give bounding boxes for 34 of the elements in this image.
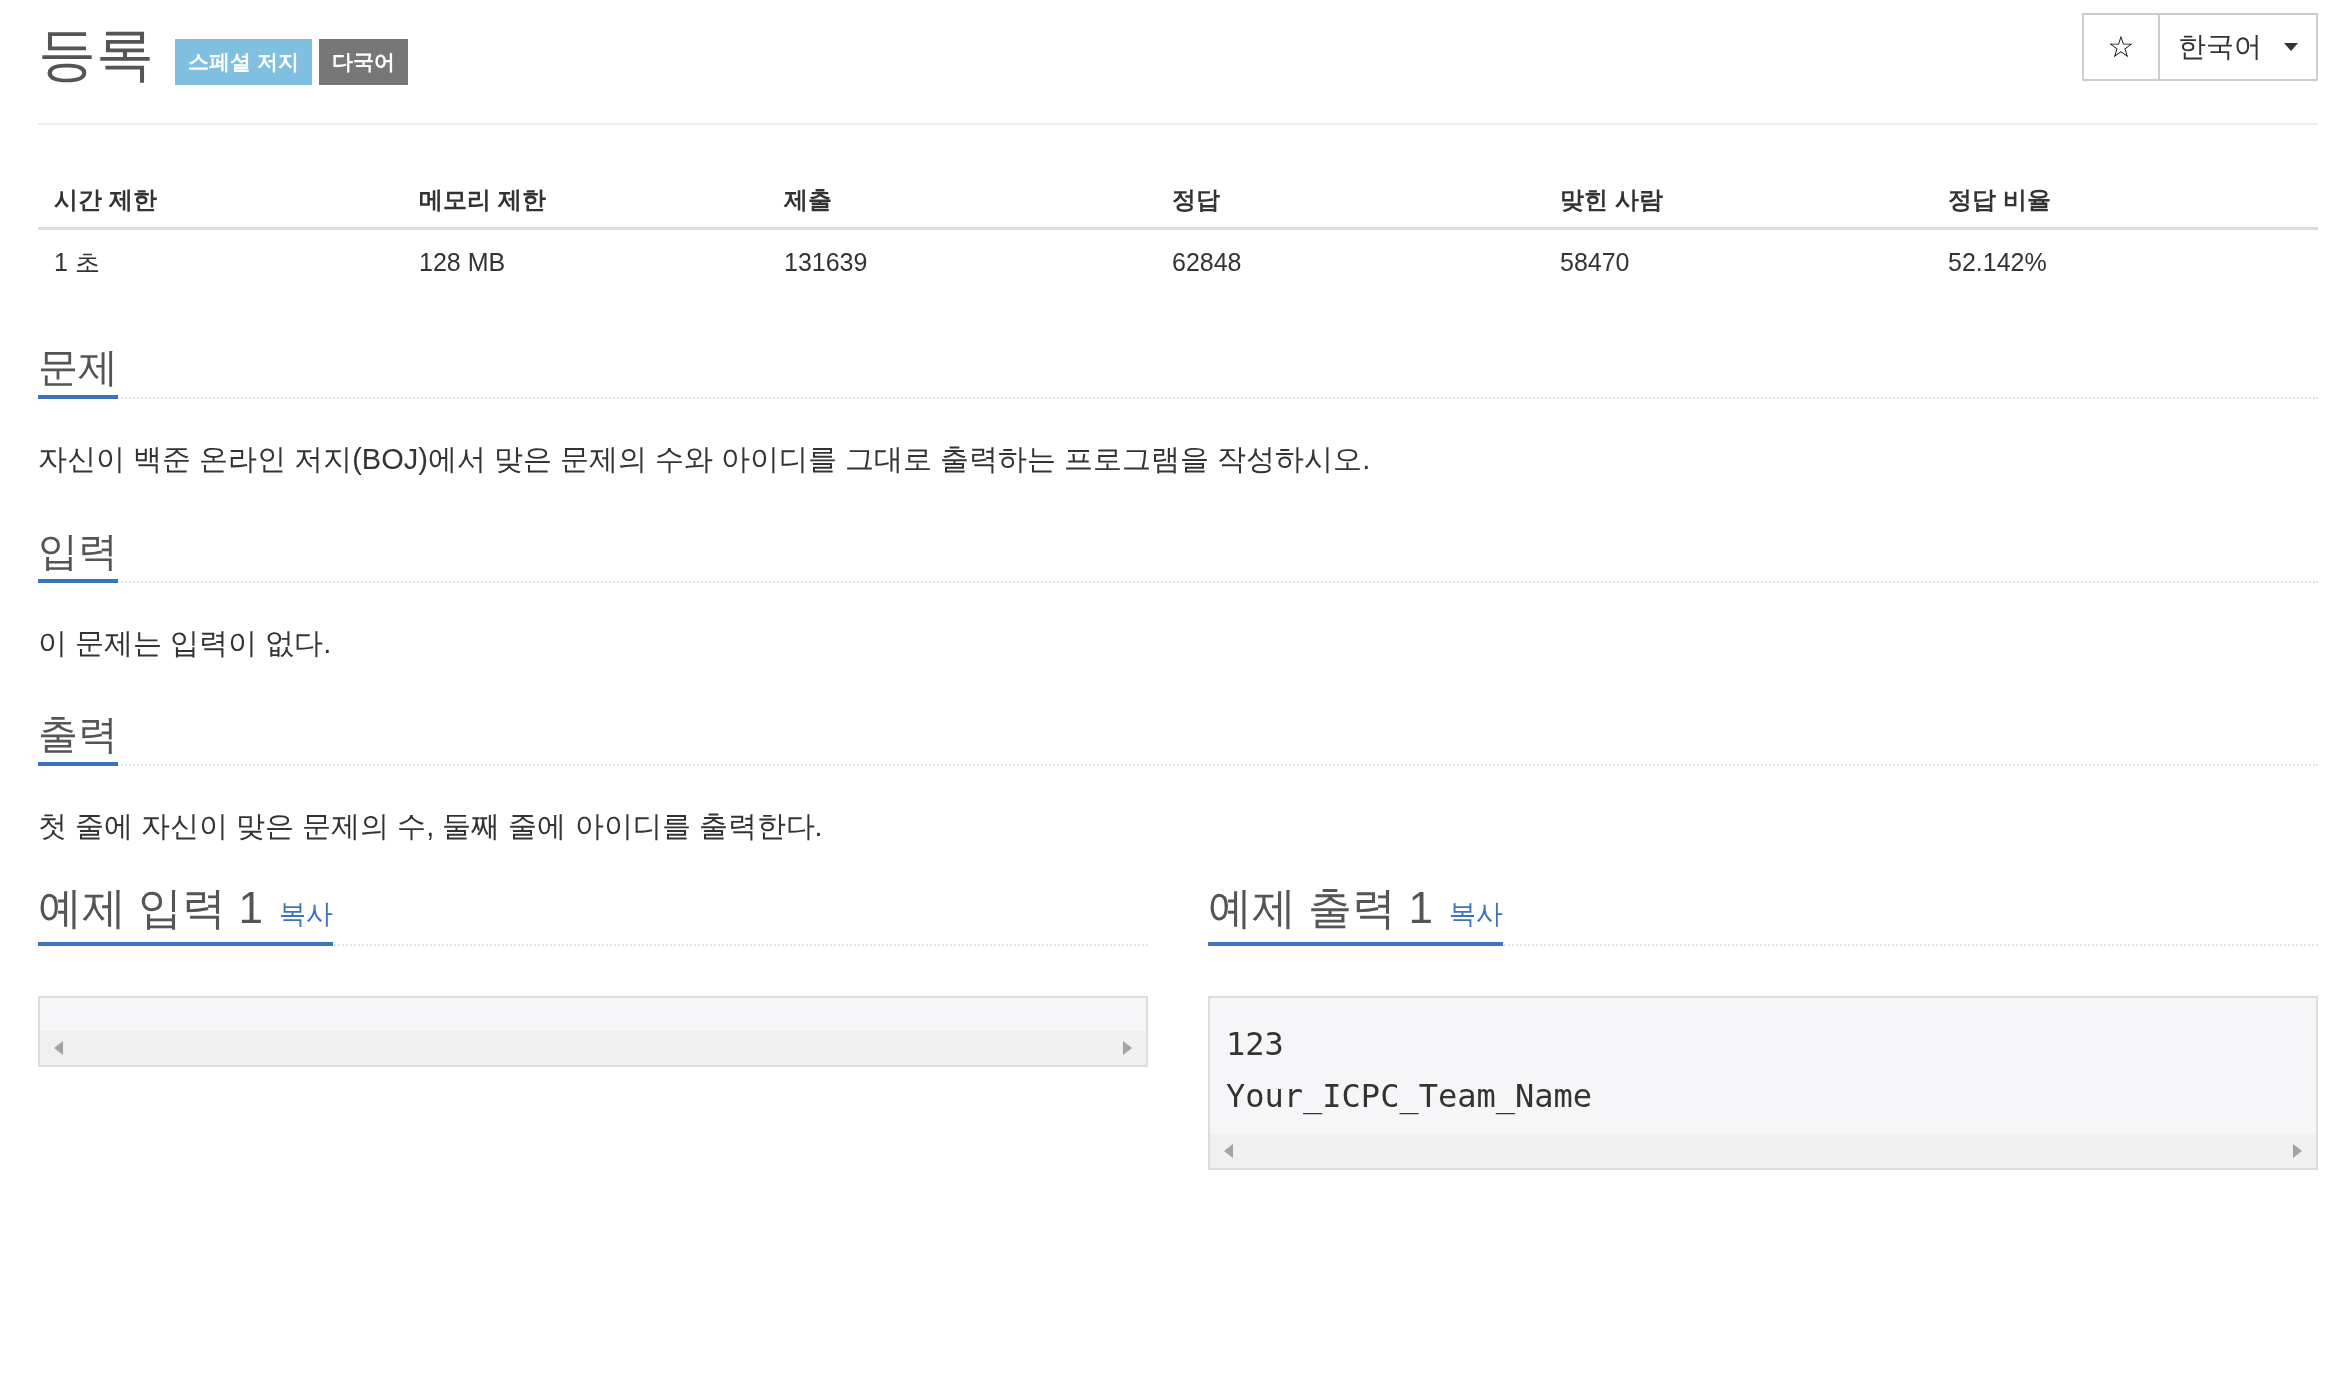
table-cell-text: 131639	[783, 247, 869, 278]
table-cell-text: 62848	[1171, 247, 1243, 278]
column-header: 정답 비율	[1932, 172, 2318, 230]
section-heading: 입력	[38, 530, 118, 583]
column-header: 정답	[1156, 172, 1544, 230]
section-heading: 출력	[38, 714, 118, 767]
column-header: 제출	[768, 172, 1156, 230]
code-line: 123	[1226, 1025, 1284, 1064]
horizontal-scrollbar[interactable]	[1210, 1134, 2316, 1169]
table-cell-text: 58470	[1559, 247, 1631, 278]
column-header: 맞힌 사람	[1544, 172, 1932, 230]
copy-link[interactable]: 복사	[1448, 896, 1503, 933]
table-cell-text: 52.142%	[1947, 247, 2048, 278]
sample-heading: 예제 출력 1	[1208, 886, 1433, 931]
table-cell-text: 128 MB	[418, 247, 507, 278]
copy-link[interactable]: 복사	[278, 896, 333, 933]
tag-label: 스페셜 저지	[175, 38, 312, 85]
section-heading: 문제	[38, 347, 118, 399]
code-line: Your_ICPC_Team_Name	[1226, 1077, 1593, 1116]
section-text: 첫 줄에 자신이 맞은 문제의 수, 둘째 줄에 아이디를 출력한다.	[38, 809, 824, 845]
scroll-right-icon[interactable]	[2293, 1144, 2302, 1159]
sample-heading: 예제 입력 1	[38, 886, 263, 931]
section-text: 이 문제는 입력이 없다.	[38, 625, 333, 661]
page-title: 등록	[38, 19, 154, 88]
scroll-right-icon[interactable]	[1123, 1041, 1132, 1056]
column-header: 메모리 제한	[403, 172, 768, 230]
caret-icon	[2284, 42, 2298, 51]
table-cell-text: 1 초	[53, 247, 101, 278]
column-header: 시간 제한	[38, 172, 403, 230]
tag-label: 다국어	[318, 38, 408, 85]
scroll-left-icon[interactable]	[1224, 1144, 1233, 1159]
horizontal-scrollbar[interactable]	[40, 1031, 1146, 1066]
scroll-left-icon[interactable]	[54, 1041, 63, 1056]
section-text: 자신이 백준 온라인 저지(BOJ)에서 맞은 문제의 수와 아이디를 그대로 출력하는 프로그램을 작성하시오.	[38, 442, 1372, 477]
